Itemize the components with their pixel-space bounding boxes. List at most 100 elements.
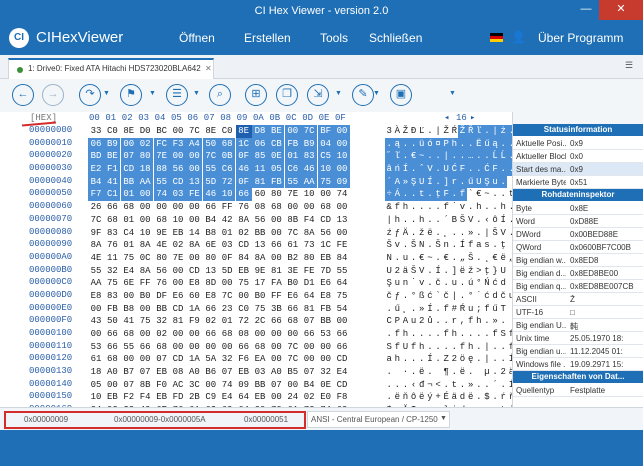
hex-byte[interactable]: 66 bbox=[104, 201, 120, 214]
ascii-char[interactable]: . bbox=[385, 328, 393, 341]
ascii-char[interactable]: ` bbox=[467, 188, 475, 201]
section-rohdateninspektor[interactable]: Rohdateninspektor bbox=[513, 189, 643, 201]
hex-byte[interactable]: FB bbox=[268, 175, 285, 189]
hex-byte[interactable]: 84 bbox=[334, 252, 350, 265]
ascii-char[interactable]: ľ bbox=[393, 150, 402, 164]
ascii-char[interactable]: U bbox=[442, 163, 451, 176]
hex-byte[interactable]: 00 bbox=[236, 290, 252, 303]
hex-byte[interactable]: 00 bbox=[334, 163, 350, 176]
ascii-char[interactable]: ë bbox=[418, 391, 426, 404]
hex-byte[interactable]: 07 bbox=[301, 315, 317, 328]
hex-byte[interactable]: B5 bbox=[285, 366, 301, 379]
hex-byte[interactable]: E8 bbox=[88, 290, 104, 303]
hex-byte[interactable]: 24 bbox=[285, 391, 301, 404]
hex-byte[interactable]: FF bbox=[137, 277, 153, 290]
ascii-char[interactable]: | bbox=[483, 341, 491, 354]
hex-byte[interactable]: FF bbox=[268, 290, 284, 303]
ascii-char[interactable]: . bbox=[385, 379, 393, 392]
hex-byte[interactable]: 7C bbox=[186, 125, 202, 138]
ascii-char[interactable]: . bbox=[491, 391, 499, 404]
menu-close[interactable]: Schließen bbox=[369, 31, 422, 45]
ascii-char[interactable]: | bbox=[483, 353, 491, 366]
hex-byte[interactable]: 68 bbox=[268, 201, 284, 214]
hex-byte[interactable]: 4E bbox=[88, 252, 104, 265]
hex-byte[interactable]: C9 bbox=[203, 391, 219, 404]
ascii-char[interactable]: . bbox=[450, 150, 459, 164]
hex-byte[interactable]: A0 bbox=[186, 366, 202, 379]
hex-byte[interactable]: 00 bbox=[137, 353, 153, 366]
ascii-char[interactable]: n bbox=[442, 239, 450, 252]
hex-byte[interactable]: F1 bbox=[104, 163, 121, 176]
hex-byte[interactable]: 00 bbox=[137, 201, 153, 214]
ascii-char[interactable]: Š bbox=[409, 239, 417, 252]
hex-byte[interactable]: 00 bbox=[334, 125, 350, 138]
ascii-char[interactable]: . bbox=[475, 328, 483, 341]
hex-byte[interactable]: C6 bbox=[284, 163, 301, 176]
ascii-char[interactable]: . bbox=[467, 201, 475, 214]
hex-byte[interactable]: 56 bbox=[318, 227, 334, 240]
hex-byte[interactable]: 00 bbox=[268, 252, 284, 265]
hex-byte[interactable]: 06 bbox=[88, 137, 104, 151]
hex-byte[interactable]: 2B bbox=[186, 391, 202, 404]
hex-byte[interactable]: 8E bbox=[121, 125, 137, 138]
hex-byte[interactable]: DF bbox=[154, 290, 170, 303]
ascii-char[interactable]: Ĺ bbox=[490, 150, 500, 164]
ascii-char[interactable]: f bbox=[458, 341, 466, 354]
hex-byte[interactable]: 00 bbox=[285, 201, 301, 214]
ascii-char[interactable]: > bbox=[475, 265, 483, 278]
hex-byte[interactable]: 76 bbox=[154, 277, 170, 290]
hex-byte[interactable]: 03 bbox=[252, 366, 268, 379]
hex-byte[interactable]: CD bbox=[236, 239, 252, 252]
ascii-char[interactable]: h bbox=[401, 328, 409, 341]
hex-byte[interactable]: 09 bbox=[334, 175, 350, 189]
hex-byte[interactable]: FB bbox=[104, 303, 120, 316]
ascii-char[interactable]: . bbox=[426, 328, 434, 341]
ascii-char[interactable]: ˙ bbox=[475, 290, 483, 303]
ascii-char[interactable]: . bbox=[458, 150, 467, 164]
ascii-char[interactable]: . bbox=[426, 366, 434, 379]
ascii-char[interactable]: . bbox=[409, 366, 417, 379]
ascii-char[interactable]: h bbox=[499, 201, 507, 214]
ascii-char[interactable]: . bbox=[450, 239, 458, 252]
ascii-char[interactable]: N bbox=[385, 252, 393, 265]
hex-byte[interactable]: C5 bbox=[317, 150, 334, 164]
ascii-char[interactable]: č bbox=[499, 290, 507, 303]
hex-byte[interactable]: AA bbox=[301, 175, 318, 189]
hex-byte[interactable]: B9 bbox=[301, 137, 318, 151]
hex-byte[interactable]: 7C bbox=[202, 150, 219, 164]
ascii-char[interactable]: u bbox=[467, 303, 475, 316]
ascii-char[interactable]: ¸ bbox=[442, 227, 450, 240]
ascii-char[interactable]: V bbox=[499, 227, 507, 240]
ascii-char[interactable]: ° bbox=[409, 290, 417, 303]
ascii-char[interactable]: . bbox=[467, 366, 475, 379]
hex-byte[interactable]: E2 bbox=[88, 163, 104, 176]
ascii-char[interactable]: . bbox=[474, 150, 483, 164]
hex-byte[interactable]: 01 bbox=[120, 188, 137, 202]
ascii-char[interactable]: Ş bbox=[482, 175, 492, 189]
hex-byte[interactable]: C4 bbox=[121, 227, 137, 240]
hex-byte[interactable]: 7C bbox=[301, 125, 318, 138]
ascii-char[interactable]: . bbox=[483, 315, 491, 328]
hex-byte[interactable]: 83 bbox=[104, 227, 120, 240]
hex-byte[interactable]: 00 bbox=[186, 201, 202, 214]
hex-byte[interactable]: 00 bbox=[137, 188, 154, 202]
ascii-char[interactable]: . bbox=[409, 137, 418, 151]
hex-byte[interactable]: 00 bbox=[301, 341, 317, 354]
ascii-char[interactable]: ý bbox=[426, 391, 434, 404]
hex-byte[interactable]: C6 bbox=[219, 163, 236, 176]
ascii-char[interactable]: Ř bbox=[466, 125, 475, 138]
ascii-char[interactable]: É bbox=[442, 391, 450, 404]
hex-byte[interactable]: 8E bbox=[235, 125, 252, 138]
hex-byte[interactable]: 75 bbox=[121, 252, 137, 265]
export-button[interactable]: ⇲ bbox=[307, 84, 329, 106]
ascii-char[interactable]: … bbox=[466, 150, 475, 164]
hex-byte[interactable]: EB bbox=[170, 227, 186, 240]
ascii-char[interactable]: v bbox=[458, 201, 466, 214]
inspector-row[interactable]: Start des ma... 0x9 bbox=[513, 163, 643, 176]
ascii-char[interactable]: f bbox=[393, 328, 401, 341]
ascii-char[interactable]: h bbox=[450, 137, 459, 151]
hex-byte[interactable]: 00 bbox=[170, 277, 186, 290]
hex-byte[interactable]: 13 bbox=[252, 239, 268, 252]
inspector-row[interactable]: Big endian U... 軘 bbox=[513, 319, 643, 332]
hex-byte[interactable]: 10 bbox=[301, 188, 317, 201]
